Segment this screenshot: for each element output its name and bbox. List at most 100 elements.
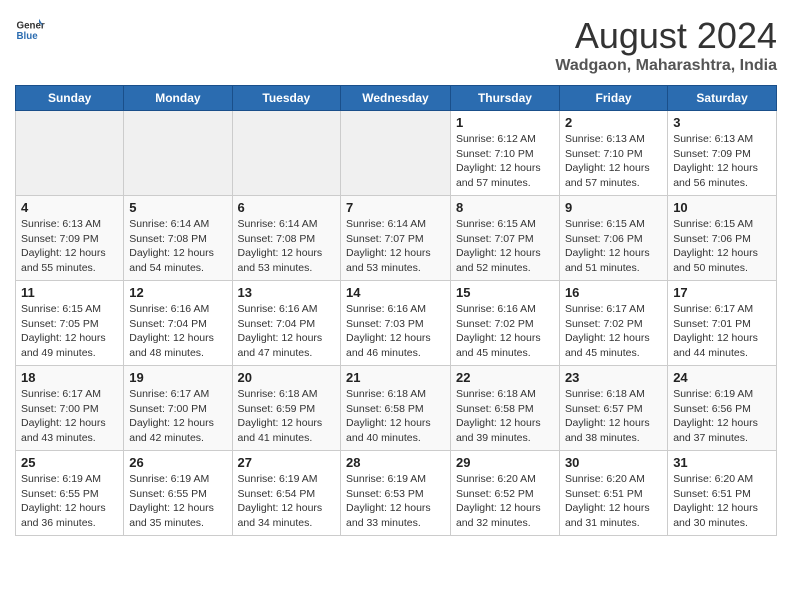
calendar-cell: 22 Sunrise: 6:18 AM Sunset: 6:58 PM Dayli… (450, 366, 559, 451)
day-info: Sunrise: 6:17 AM Sunset: 7:01 PM Dayligh… (673, 302, 771, 361)
day-number: 14 (346, 285, 445, 300)
day-number: 26 (129, 455, 226, 470)
day-number: 13 (238, 285, 335, 300)
calendar-cell: 23Sunrise: 6:18 AM Sunset: 6:57 PM Dayli… (559, 366, 667, 451)
calendar-cell: 27Sunrise: 6:19 AM Sunset: 6:54 PM Dayli… (232, 451, 340, 536)
day-info: Sunrise: 6:16 AM Sunset: 7:04 PM Dayligh… (238, 302, 335, 361)
calendar-cell: 29 Sunrise: 6:20 AM Sunset: 6:52 PM Dayli… (450, 451, 559, 536)
day-info: Sunrise: 6:18 AM Sunset: 6:59 PM Dayligh… (238, 387, 335, 446)
calendar-day-header: Wednesday (341, 86, 451, 111)
page-title: August 2024 (555, 15, 777, 57)
calendar-cell: 16Sunrise: 6:17 AM Sunset: 7:02 PM Dayli… (559, 281, 667, 366)
day-number: 30 (565, 455, 662, 470)
day-number: 6 (238, 200, 335, 215)
calendar-cell: 24Sunrise: 6:19 AM Sunset: 6:56 PM Dayli… (668, 366, 777, 451)
calendar-body: 1 Sunrise: 6:12 AM Sunset: 7:10 PM Daylig… (16, 111, 777, 536)
calendar-cell: 4 Sunrise: 6:13 AM Sunset: 7:09 PM Daylig… (16, 196, 124, 281)
calendar-day-header: Tuesday (232, 86, 340, 111)
day-number: 18 (21, 370, 118, 385)
day-number: 20 (238, 370, 335, 385)
calendar-day-header: Thursday (450, 86, 559, 111)
calendar-cell: 20 Sunrise: 6:18 AM Sunset: 6:59 PM Dayli… (232, 366, 340, 451)
day-number: 9 (565, 200, 662, 215)
day-info: Sunrise: 6:17 AM Sunset: 7:02 PM Dayligh… (565, 302, 662, 361)
title-area: August 2024 Wadgaon, Maharashtra, India (555, 15, 777, 75)
day-number: 28 (346, 455, 445, 470)
calendar-cell: 17 Sunrise: 6:17 AM Sunset: 7:01 PM Dayli… (668, 281, 777, 366)
calendar-cell: 19 Sunrise: 6:17 AM Sunset: 7:00 PM Dayli… (124, 366, 232, 451)
day-info: Sunrise: 6:14 AM Sunset: 7:08 PM Dayligh… (129, 217, 226, 276)
calendar-cell: 1 Sunrise: 6:12 AM Sunset: 7:10 PM Daylig… (450, 111, 559, 196)
calendar-cell: 25Sunrise: 6:19 AM Sunset: 6:55 PM Dayli… (16, 451, 124, 536)
day-number: 23 (565, 370, 662, 385)
day-info: Sunrise: 6:13 AM Sunset: 7:09 PM Dayligh… (21, 217, 118, 276)
day-info: Sunrise: 6:15 AM Sunset: 7:05 PM Dayligh… (21, 302, 118, 361)
calendar-cell: 15 Sunrise: 6:16 AM Sunset: 7:02 PM Dayli… (450, 281, 559, 366)
day-info: Sunrise: 6:17 AM Sunset: 7:00 PM Dayligh… (21, 387, 118, 446)
day-info: Sunrise: 6:20 AM Sunset: 6:52 PM Dayligh… (456, 472, 554, 531)
day-number: 7 (346, 200, 445, 215)
day-info: Sunrise: 6:20 AM Sunset: 6:51 PM Dayligh… (565, 472, 662, 531)
day-info: Sunrise: 6:12 AM Sunset: 7:10 PM Dayligh… (456, 132, 554, 191)
day-info: Sunrise: 6:13 AM Sunset: 7:10 PM Dayligh… (565, 132, 662, 191)
day-number: 12 (129, 285, 226, 300)
day-number: 22 (456, 370, 554, 385)
calendar-day-header: Sunday (16, 86, 124, 111)
day-number: 27 (238, 455, 335, 470)
calendar-cell: 13 Sunrise: 6:16 AM Sunset: 7:04 PM Dayli… (232, 281, 340, 366)
day-number: 15 (456, 285, 554, 300)
day-number: 17 (673, 285, 771, 300)
logo: General Blue (15, 15, 45, 45)
day-info: Sunrise: 6:15 AM Sunset: 7:06 PM Dayligh… (565, 217, 662, 276)
day-number: 31 (673, 455, 771, 470)
day-number: 3 (673, 115, 771, 130)
day-number: 11 (21, 285, 118, 300)
calendar-cell: 9 Sunrise: 6:15 AM Sunset: 7:06 PM Daylig… (559, 196, 667, 281)
day-number: 10 (673, 200, 771, 215)
calendar-cell: 21 Sunrise: 6:18 AM Sunset: 6:58 PM Dayli… (341, 366, 451, 451)
calendar-cell (124, 111, 232, 196)
calendar-cell: 14 Sunrise: 6:16 AM Sunset: 7:03 PM Dayli… (341, 281, 451, 366)
day-info: Sunrise: 6:17 AM Sunset: 7:00 PM Dayligh… (129, 387, 226, 446)
day-info: Sunrise: 6:16 AM Sunset: 7:02 PM Dayligh… (456, 302, 554, 361)
calendar-week-row: 4 Sunrise: 6:13 AM Sunset: 7:09 PM Daylig… (16, 196, 777, 281)
day-info: Sunrise: 6:19 AM Sunset: 6:55 PM Dayligh… (129, 472, 226, 531)
calendar-day-header: Friday (559, 86, 667, 111)
day-info: Sunrise: 6:16 AM Sunset: 7:04 PM Dayligh… (129, 302, 226, 361)
day-info: Sunrise: 6:13 AM Sunset: 7:09 PM Dayligh… (673, 132, 771, 191)
day-number: 1 (456, 115, 554, 130)
calendar-cell: 7 Sunrise: 6:14 AM Sunset: 7:07 PM Daylig… (341, 196, 451, 281)
day-number: 2 (565, 115, 662, 130)
day-info: Sunrise: 6:19 AM Sunset: 6:53 PM Dayligh… (346, 472, 445, 531)
day-number: 5 (129, 200, 226, 215)
day-info: Sunrise: 6:16 AM Sunset: 7:03 PM Dayligh… (346, 302, 445, 361)
day-number: 29 (456, 455, 554, 470)
calendar-cell (341, 111, 451, 196)
calendar-cell: 6 Sunrise: 6:14 AM Sunset: 7:08 PM Daylig… (232, 196, 340, 281)
day-info: Sunrise: 6:18 AM Sunset: 6:58 PM Dayligh… (456, 387, 554, 446)
calendar-week-row: 18 Sunrise: 6:17 AM Sunset: 7:00 PM Dayli… (16, 366, 777, 451)
calendar-cell (16, 111, 124, 196)
day-number: 19 (129, 370, 226, 385)
calendar-cell: 28 Sunrise: 6:19 AM Sunset: 6:53 PM Dayli… (341, 451, 451, 536)
calendar-cell: 2 Sunrise: 6:13 AM Sunset: 7:10 PM Daylig… (559, 111, 667, 196)
calendar-header-row: SundayMondayTuesdayWednesdayThursdayFrid… (16, 86, 777, 111)
calendar-cell: 26 Sunrise: 6:19 AM Sunset: 6:55 PM Dayli… (124, 451, 232, 536)
day-info: Sunrise: 6:18 AM Sunset: 6:58 PM Dayligh… (346, 387, 445, 446)
day-info: Sunrise: 6:19 AM Sunset: 6:56 PM Dayligh… (673, 387, 771, 446)
calendar-week-row: 11 Sunrise: 6:15 AM Sunset: 7:05 PM Dayli… (16, 281, 777, 366)
calendar-cell: 5 Sunrise: 6:14 AM Sunset: 7:08 PM Daylig… (124, 196, 232, 281)
calendar-day-header: Monday (124, 86, 232, 111)
calendar-cell (232, 111, 340, 196)
day-number: 4 (21, 200, 118, 215)
calendar-week-row: 25Sunrise: 6:19 AM Sunset: 6:55 PM Dayli… (16, 451, 777, 536)
calendar-cell: 10Sunrise: 6:15 AM Sunset: 7:06 PM Dayli… (668, 196, 777, 281)
calendar-cell: 8Sunrise: 6:15 AM Sunset: 7:07 PM Daylig… (450, 196, 559, 281)
day-info: Sunrise: 6:14 AM Sunset: 7:08 PM Dayligh… (238, 217, 335, 276)
calendar-day-header: Saturday (668, 86, 777, 111)
logo-icon: General Blue (15, 15, 45, 45)
day-info: Sunrise: 6:15 AM Sunset: 7:07 PM Dayligh… (456, 217, 554, 276)
day-info: Sunrise: 6:20 AM Sunset: 6:51 PM Dayligh… (673, 472, 771, 531)
day-info: Sunrise: 6:14 AM Sunset: 7:07 PM Dayligh… (346, 217, 445, 276)
day-number: 21 (346, 370, 445, 385)
